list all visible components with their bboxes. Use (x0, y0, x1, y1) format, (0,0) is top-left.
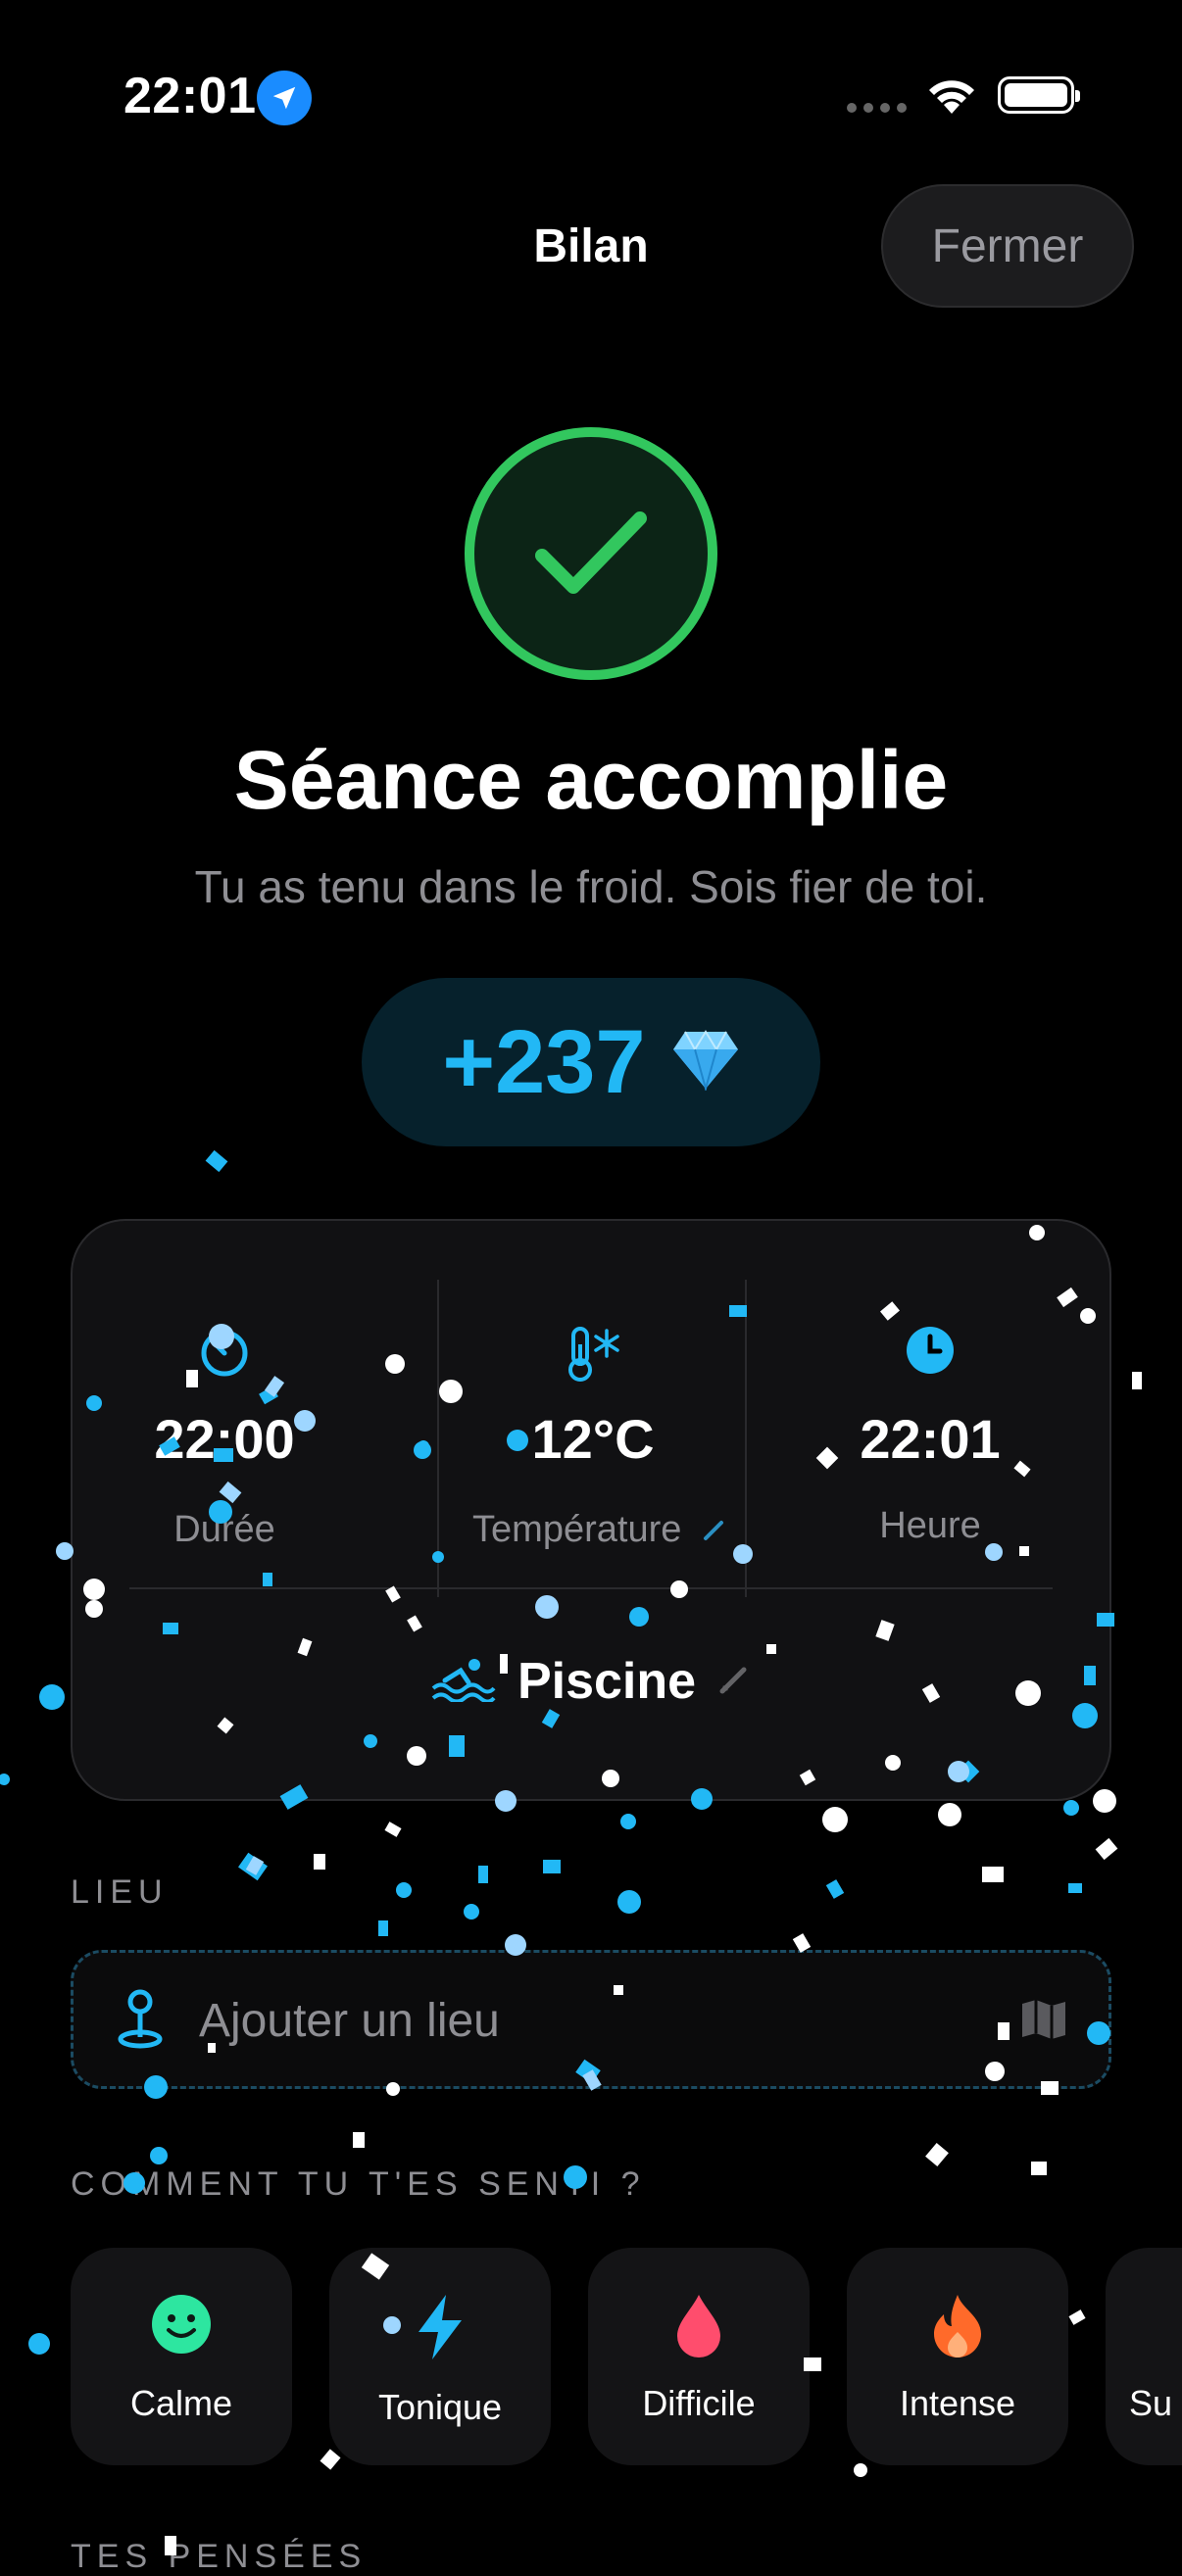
place-input[interactable] (197, 1953, 946, 2088)
stat-time: 22:01 Heure (749, 1280, 1111, 1603)
session-stats-card: 22:00 Durée 12°C Température 22:01 Heure… (71, 1219, 1111, 1801)
mood-label: Difficile (642, 2383, 756, 2423)
temperature-label: Température (455, 1509, 745, 1552)
thermometer-snowflake-icon (441, 1325, 745, 1384)
wifi-icon (925, 74, 978, 121)
mood-label: Calme (129, 2383, 233, 2423)
mood-tonique[interactable]: Tonique (329, 2248, 551, 2465)
mood-label: Intense (899, 2383, 1016, 2423)
time-label: Heure (879, 1505, 981, 1546)
cellular-signal-icon (847, 103, 907, 113)
section-title-place: LIEU (71, 1873, 169, 1911)
bolt-icon (329, 2293, 551, 2361)
pin-icon (115, 1988, 166, 2056)
smiley-icon (71, 2293, 292, 2356)
section-title-feeling: COMMENT TU T'ES SENTI ? (71, 2165, 646, 2203)
spot-label: Piscine (517, 1653, 697, 1710)
spot-selector[interactable]: Piscine (73, 1632, 1109, 1730)
mood-label: Tonique (377, 2387, 503, 2427)
session-complete-subtitle: Tu as tenu dans le froid. Sois fier de t… (194, 861, 988, 912)
time-value: 22:01 (860, 1408, 1001, 1470)
mood-intense[interactable]: Intense (847, 2248, 1068, 2465)
mood-partial[interactable]: Su (1106, 2248, 1182, 2465)
checkmark-icon (465, 427, 717, 680)
stat-duration: 22:00 Durée (73, 1280, 376, 1603)
battery-icon (998, 76, 1080, 114)
mood-label: Su (1129, 2383, 1173, 2423)
duration-value: 22:00 (154, 1408, 295, 1470)
close-button[interactable]: Fermer (881, 184, 1134, 308)
map-icon[interactable] (1020, 1998, 1067, 2046)
drop-icon (588, 2293, 810, 2357)
session-complete-title: Séance accomplie (233, 734, 949, 826)
status-time: 22:01 (123, 68, 257, 124)
duration-label: Durée (173, 1509, 275, 1550)
gems-reward-badge: +237 (362, 978, 820, 1146)
gems-value: +237 (442, 1011, 646, 1112)
mood-calme[interactable]: Calme (71, 2248, 292, 2465)
edit-pencil-icon[interactable] (702, 1510, 727, 1552)
swimmer-icon (431, 1657, 496, 1707)
temperature-value: 12°C (531, 1408, 655, 1470)
timer-icon (73, 1325, 376, 1378)
clock-icon (749, 1325, 1111, 1376)
mood-difficile[interactable]: Difficile (588, 2248, 810, 2465)
flame-icon (847, 2293, 1068, 2359)
section-title-thoughts: TES PENSÉES (71, 2538, 368, 2575)
stat-temperature[interactable]: 12°C Température (441, 1280, 745, 1603)
location-arrow-icon (257, 71, 312, 125)
diamond-icon (671, 1029, 740, 1095)
edit-pencil-icon[interactable] (717, 1663, 751, 1701)
place-field[interactable] (71, 1950, 1111, 2089)
